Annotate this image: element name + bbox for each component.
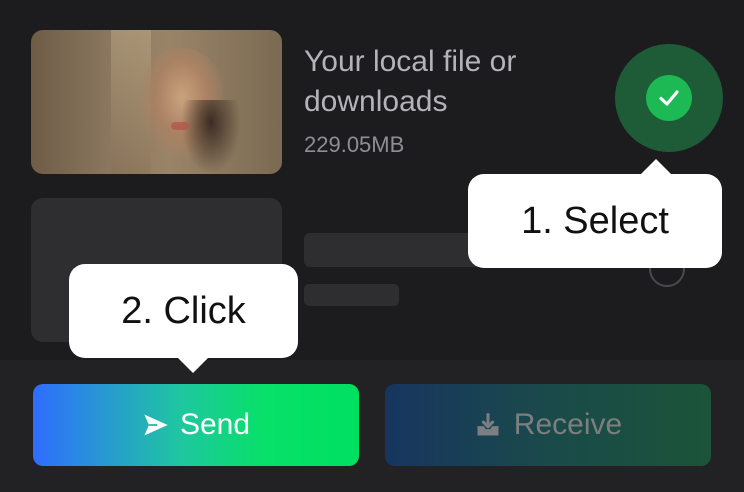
checkmark-circle [646,75,692,121]
receive-label: Receive [513,408,623,441]
thumbnail-detail [171,122,189,130]
file-size: 229.05MB [304,132,405,157]
click-tooltip: 2. Click [69,264,298,373]
receive-button[interactable]: Receive [385,384,711,466]
checkmark-icon [659,90,679,106]
send-button[interactable]: Send [33,384,359,466]
file-thumbnail[interactable] [31,30,282,174]
select-checkbox[interactable] [615,44,723,152]
thumbnail-shadow-area [181,100,241,174]
paper-plane-icon [144,414,168,436]
file-title: Your local file or downloads [304,45,517,118]
placeholder-size [304,284,399,306]
download-tray-icon [477,412,499,436]
send-label: Send [179,408,251,441]
select-tooltip: 1. Select [468,159,722,268]
